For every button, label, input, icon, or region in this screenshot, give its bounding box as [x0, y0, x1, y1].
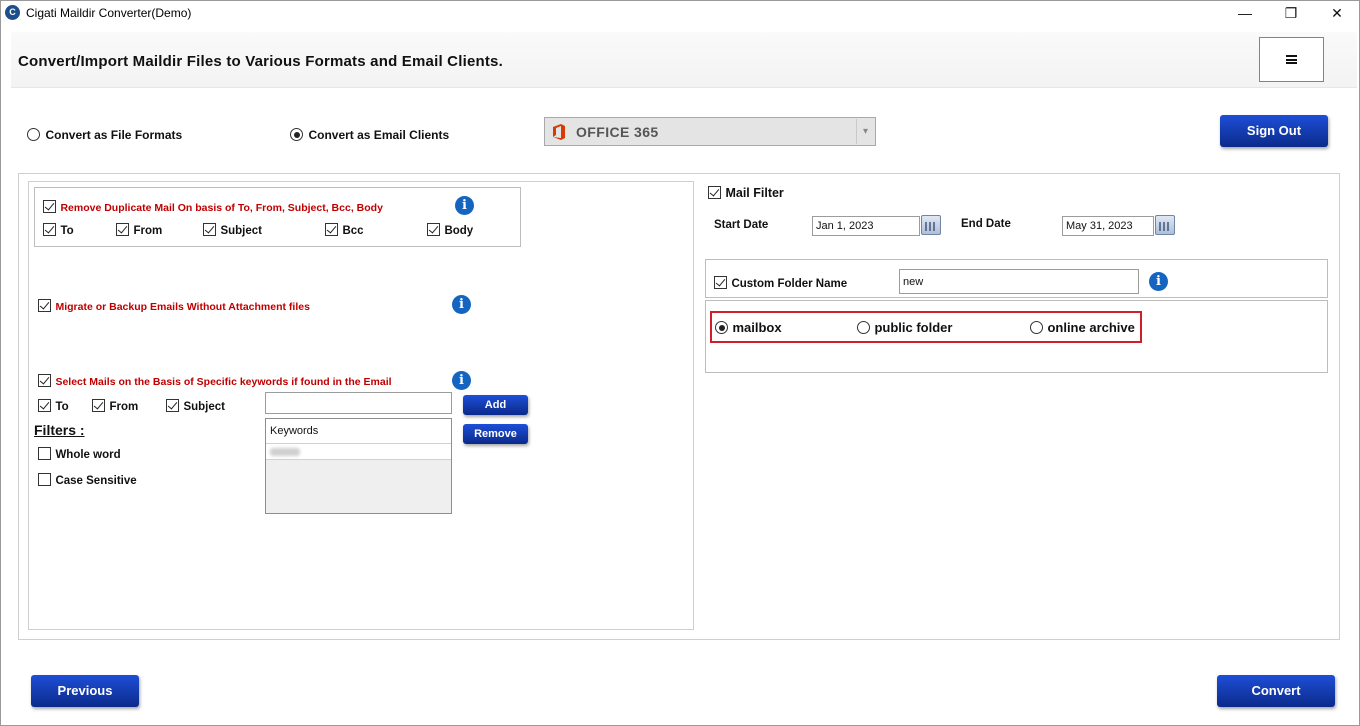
close-button[interactable]: ✕	[1314, 1, 1360, 25]
dup-field-from[interactable]: From	[116, 221, 162, 239]
radio-circle[interactable]	[1030, 321, 1043, 335]
checkbox-label: Body	[444, 225, 474, 237]
checkbox[interactable]	[38, 447, 51, 461]
dup-field-body[interactable]: Body	[427, 221, 473, 239]
keyword-filter-label: Select Mails on the Basis of Specific ke…	[55, 376, 392, 388]
keyword-input[interactable]	[265, 392, 452, 414]
keywords-list[interactable]: Keywords	[265, 418, 452, 514]
checkbox-label: Case Sensitive	[55, 475, 137, 487]
info-icon[interactable]: i	[1149, 272, 1168, 291]
remove-duplicates-checkbox[interactable]: Remove Duplicate Mail On basis of To, Fr…	[43, 198, 383, 216]
end-date-label: End Date	[961, 218, 1011, 230]
kw-field-from[interactable]: From	[92, 397, 138, 415]
checkbox-label: To	[60, 225, 74, 237]
radio-label: mailbox	[732, 320, 782, 335]
radio-convert-file-formats[interactable]: Convert as File Formats	[27, 126, 182, 144]
dup-field-subject[interactable]: Subject	[203, 221, 262, 239]
mail-filter-label: Mail Filter	[725, 186, 784, 200]
app-window: C Cigati Maildir Converter(Demo) — ❐ ✕ C…	[0, 0, 1360, 726]
custom-folder-label: Custom Folder Name	[731, 278, 848, 290]
radio-circle[interactable]	[715, 321, 728, 335]
checkbox-label: To	[55, 401, 69, 413]
keywords-list-header: Keywords	[266, 419, 451, 444]
checkbox[interactable]	[427, 223, 440, 237]
radio-label: online archive	[1047, 320, 1135, 335]
checkbox[interactable]	[43, 200, 56, 214]
blurred-keyword	[270, 448, 300, 456]
radio-circle[interactable]	[27, 128, 40, 142]
add-keyword-button[interactable]: Add	[463, 395, 528, 415]
checkbox-label: Bcc	[342, 225, 364, 237]
app-logo-icon: C	[5, 5, 20, 20]
checkbox[interactable]	[708, 186, 721, 200]
checkbox[interactable]	[203, 223, 216, 237]
radio-mailbox[interactable]: mailbox	[715, 319, 782, 337]
calendar-icon[interactable]	[1155, 215, 1175, 235]
calendar-icon[interactable]	[921, 215, 941, 235]
chevron-down-icon[interactable]: ▾	[856, 119, 874, 144]
hamburger-icon	[1286, 55, 1297, 64]
radio-label: Convert as File Formats	[45, 128, 183, 142]
checkbox-label: Whole word	[55, 449, 121, 461]
info-icon[interactable]: i	[452, 371, 471, 390]
checkbox[interactable]	[166, 399, 179, 413]
checkbox-label: From	[133, 225, 163, 237]
office-icon	[553, 124, 565, 140]
case-sensitive-checkbox[interactable]: Case Sensitive	[38, 471, 137, 489]
radio-public-folder[interactable]: public folder	[857, 319, 952, 337]
maximize-button[interactable]: ❐	[1268, 1, 1314, 25]
info-icon[interactable]: i	[455, 196, 474, 215]
checkbox-label: From	[109, 401, 139, 413]
radio-circle[interactable]	[290, 128, 303, 142]
radio-online-archive[interactable]: online archive	[1030, 319, 1135, 337]
checkbox[interactable]	[43, 223, 56, 237]
start-date-field[interactable]: Jan 1, 2023	[812, 216, 920, 236]
title-bar: C Cigati Maildir Converter(Demo) — ❐ ✕	[1, 1, 1359, 26]
mail-filter-checkbox[interactable]: Mail Filter	[708, 184, 784, 202]
app-header: Convert/Import Maildir Files to Various …	[11, 32, 1357, 88]
custom-folder-checkbox[interactable]: Custom Folder Name	[714, 274, 847, 292]
checkbox-label: Subject	[220, 225, 262, 237]
custom-folder-input[interactable]: new	[899, 269, 1139, 294]
list-item[interactable]	[266, 444, 451, 460]
checkbox[interactable]	[714, 276, 727, 290]
window-title: Cigati Maildir Converter(Demo)	[26, 6, 192, 20]
info-icon[interactable]: i	[452, 295, 471, 314]
checkbox[interactable]	[92, 399, 105, 413]
sign-out-button[interactable]: Sign Out	[1220, 115, 1328, 147]
checkbox[interactable]	[38, 399, 51, 413]
dup-field-to[interactable]: To	[43, 221, 74, 239]
minimize-button[interactable]: —	[1222, 1, 1268, 25]
menu-button[interactable]	[1259, 37, 1324, 82]
remove-duplicates-label: Remove Duplicate Mail On basis of To, Fr…	[60, 202, 383, 214]
remove-keyword-button[interactable]: Remove	[463, 424, 528, 444]
checkbox[interactable]	[38, 374, 51, 388]
filters-heading: Filters :	[34, 422, 85, 438]
keyword-filter-checkbox[interactable]: Select Mails on the Basis of Specific ke…	[38, 372, 392, 390]
target-client-dropdown[interactable]: OFFICE 365 ▾	[544, 117, 876, 146]
checkbox[interactable]	[116, 223, 129, 237]
dropdown-selected-value: OFFICE 365	[576, 124, 659, 140]
convert-button[interactable]: Convert	[1217, 675, 1335, 707]
radio-convert-email-clients[interactable]: Convert as Email Clients	[290, 126, 449, 144]
whole-word-checkbox[interactable]: Whole word	[38, 445, 121, 463]
without-attachment-checkbox[interactable]: Migrate or Backup Emails Without Attachm…	[38, 297, 310, 315]
checkbox[interactable]	[38, 299, 51, 313]
kw-field-to[interactable]: To	[38, 397, 69, 415]
radio-circle[interactable]	[857, 321, 870, 335]
radio-label: public folder	[874, 320, 953, 335]
checkbox-label: Subject	[183, 401, 225, 413]
start-date-label: Start Date	[714, 219, 769, 231]
end-date-field[interactable]: May 31, 2023	[1062, 216, 1154, 236]
page-title: Convert/Import Maildir Files to Various …	[18, 53, 503, 70]
without-attachment-label: Migrate or Backup Emails Without Attachm…	[55, 301, 310, 313]
dup-field-bcc[interactable]: Bcc	[325, 221, 364, 239]
previous-button[interactable]: Previous	[31, 675, 139, 707]
radio-label: Convert as Email Clients	[308, 128, 450, 142]
checkbox[interactable]	[325, 223, 338, 237]
kw-field-subject[interactable]: Subject	[166, 397, 225, 415]
checkbox[interactable]	[38, 473, 51, 487]
